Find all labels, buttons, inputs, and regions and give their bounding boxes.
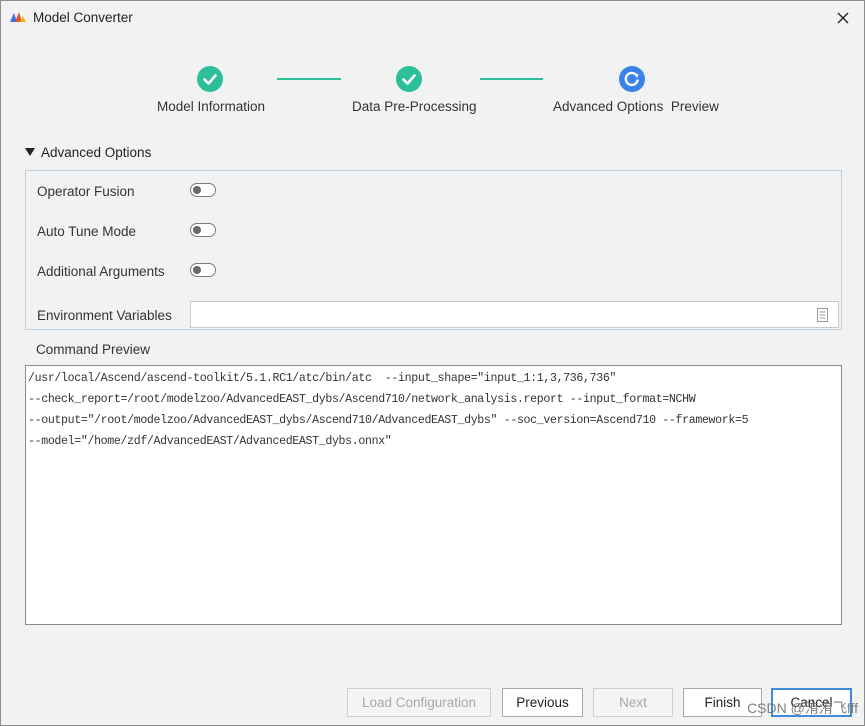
- environment-variables-field[interactable]: [190, 301, 839, 328]
- window-title: Model Converter: [33, 10, 133, 25]
- auto-tune-mode-label: Auto Tune Mode: [37, 224, 137, 239]
- command-line: --output="/root/modelzoo/AdvancedEAST_dy…: [28, 414, 749, 427]
- next-button[interactable]: Next: [593, 688, 673, 717]
- step-label-model-information: Model Information: [157, 99, 266, 114]
- environment-variables-input[interactable]: [191, 302, 838, 327]
- switch-knob: [193, 265, 201, 274]
- switch-knob: [193, 225, 201, 234]
- command-line: /usr/local/Ascend/ascend-toolkit/5.1.RC1…: [28, 372, 617, 385]
- advanced-options-header: Advanced Options: [41, 145, 152, 160]
- command-line: --check_report=/root/modelzoo/AdvancedEA…: [28, 393, 696, 406]
- close-icon: [837, 12, 849, 24]
- check-circle-icon: [197, 66, 223, 92]
- model-converter-window: Model Converter Model Information Data P…: [0, 0, 865, 726]
- in-progress-circle-icon: [619, 66, 645, 92]
- environment-variables-label: Environment Variables: [37, 308, 172, 323]
- step-label-data-preprocessing: Data Pre-Processing: [352, 99, 477, 114]
- app-logo-icon: [10, 12, 26, 22]
- check-circle-icon: [396, 66, 422, 92]
- document-icon[interactable]: [817, 308, 828, 322]
- advanced-options-toggle[interactable]: Advanced Options: [25, 145, 151, 160]
- switch-knob: [193, 185, 201, 194]
- collapse-triangle-icon: [25, 148, 35, 156]
- advanced-options-panel: Operator Fusion Auto Tune Mode Additiona…: [25, 170, 842, 330]
- command-preview-textarea[interactable]: /usr/local/Ascend/ascend-toolkit/5.1.RC1…: [25, 365, 842, 625]
- load-configuration-button[interactable]: Load Configuration: [347, 688, 491, 717]
- auto-tune-mode-switch[interactable]: [190, 223, 216, 237]
- additional-arguments-switch[interactable]: [190, 263, 216, 277]
- step-label-advanced-options-preview: Advanced Options Preview: [553, 99, 719, 114]
- step-connector: [480, 78, 543, 80]
- command-preview-label: Command Preview: [36, 342, 151, 357]
- csdn-watermark: CSDN @洧洧飞fff: [747, 700, 858, 716]
- additional-arguments-label: Additional Arguments: [37, 264, 165, 279]
- close-button[interactable]: [832, 7, 854, 29]
- title-bar: Model Converter: [1, 1, 864, 33]
- command-line: --model="/home/zdf/AdvancedEAST/Advanced…: [28, 435, 392, 448]
- step-connector: [277, 78, 341, 80]
- operator-fusion-switch[interactable]: [190, 183, 216, 197]
- operator-fusion-label: Operator Fusion: [37, 184, 135, 199]
- previous-button[interactable]: Previous: [502, 688, 583, 717]
